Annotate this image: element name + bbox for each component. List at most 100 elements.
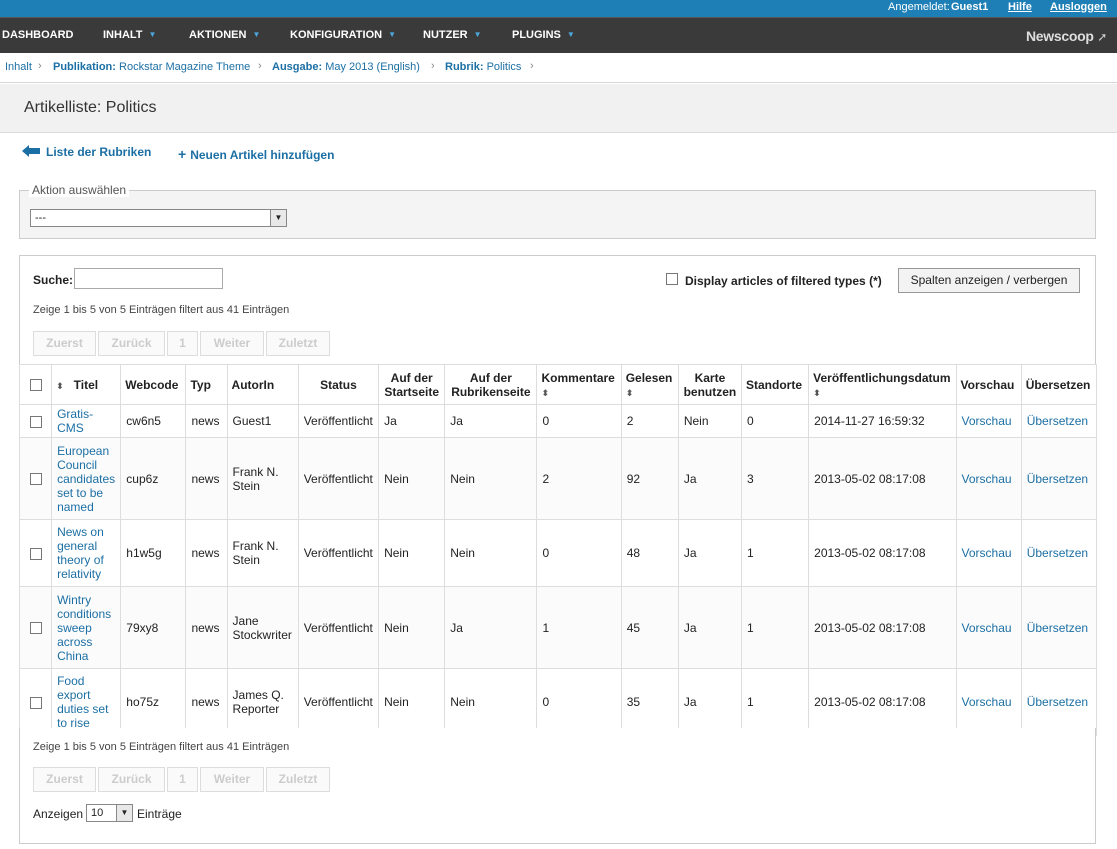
pagination-page[interactable]: 1 (167, 331, 198, 356)
row-checkbox[interactable] (29, 696, 42, 709)
filtered-types-checkbox[interactable] (666, 273, 678, 285)
row-checkbox[interactable] (29, 473, 42, 486)
header-pubdate[interactable]: Veröffentlichungsdatum ⬍ (808, 364, 957, 405)
translate-link[interactable]: Übersetzen (1027, 695, 1088, 709)
nav-item-configuration[interactable]: KONFIGURATION ▼ (290, 29, 396, 41)
cell-sectionpage: Ja (444, 404, 538, 438)
header-sectionpage[interactable]: Auf der Rubrikenseite (444, 364, 538, 405)
cell-translate: Übersetzen (1020, 519, 1098, 587)
pagination-page-bottom[interactable]: 1 (167, 767, 198, 792)
add-article-link[interactable]: + Neuen Artikel hinzufügen (178, 146, 334, 162)
translate-link[interactable]: Übersetzen (1027, 621, 1088, 635)
row-checkbox[interactable] (29, 415, 42, 428)
preview-link[interactable]: Vorschau (962, 546, 1012, 560)
cell-sectionpage: Nein (444, 668, 538, 736)
header-preview: Vorschau (955, 364, 1022, 405)
breadcrumb-value: May 2013 (English) (325, 61, 420, 73)
row-checkbox[interactable] (29, 622, 42, 635)
table-row: News on general theory of relativity h1w5… (18, 519, 1098, 587)
nav-item-actions[interactable]: AKTIONEN ▼ (189, 29, 260, 41)
back-to-sections-link[interactable]: Liste der Rubriken (22, 144, 151, 159)
cell-webcode: cup6z (120, 437, 187, 520)
breadcrumb-label: Publikation: (53, 61, 116, 73)
page-size-value: 10 (91, 807, 104, 819)
help-link[interactable]: Hilfe (1008, 1, 1032, 13)
translate-link[interactable]: Übersetzen (1027, 414, 1088, 428)
chevron-down-icon: ▼ (270, 210, 286, 226)
caret-down-icon: ▼ (252, 30, 261, 39)
bottom-panel: Zeige 1 bis 5 von 5 Einträgen filtert au… (19, 728, 1096, 844)
preview-link[interactable]: Vorschau (962, 472, 1012, 486)
article-title-link[interactable]: European Council candidates set to be na… (57, 444, 115, 514)
cell-frontpage: Ja (378, 404, 446, 438)
header-author[interactable]: AutorIn (226, 364, 299, 405)
preview-link[interactable]: Vorschau (962, 621, 1012, 635)
header-frontpage[interactable]: Auf der Startseite (378, 364, 446, 405)
pagination-next[interactable]: Weiter (200, 331, 264, 356)
pagination-first[interactable]: Zuerst (33, 331, 96, 356)
header-type[interactable]: Typ (185, 364, 228, 405)
header-reads[interactable]: Gelesen ⬍ (620, 364, 679, 405)
toggle-columns-button[interactable]: Spalten anzeigen / verbergen (898, 268, 1080, 293)
page-size-select[interactable]: 10 ▼ (86, 804, 133, 822)
logout-link[interactable]: Ausloggen (1050, 1, 1107, 13)
header-label: Status (320, 377, 357, 392)
pagination-last-bottom[interactable]: Zuletzt (266, 767, 330, 792)
pagination-previous-bottom[interactable]: Zurück (98, 767, 165, 792)
logo-text: Newscoop (1026, 28, 1094, 44)
header-status[interactable]: Status (297, 364, 380, 405)
cell-frontpage: Nein (378, 586, 446, 669)
breadcrumb-issue[interactable]: Ausgabe: May 2013 (English) (272, 61, 420, 73)
select-all-checkbox[interactable] (29, 379, 42, 392)
header-label: Kommentare (541, 370, 615, 385)
header-label: Titel (73, 377, 99, 392)
article-title-link[interactable]: Food export duties set to rise (57, 674, 108, 730)
translate-link[interactable]: Übersetzen (1027, 472, 1088, 486)
chevron-down-icon: ▼ (116, 805, 132, 821)
header-webcode[interactable]: Webcode (120, 364, 187, 405)
breadcrumb-section[interactable]: Rubrik: Politics (445, 61, 521, 73)
pagination-next-bottom[interactable]: Weiter (200, 767, 264, 792)
newscoop-logo[interactable]: Newscoop ➚ (1026, 28, 1107, 44)
header-locations[interactable]: Standorte (740, 364, 810, 405)
article-title-link[interactable]: Wintry conditions sweep across China (57, 593, 111, 663)
pagination-last[interactable]: Zuletzt (266, 331, 330, 356)
article-title-link[interactable]: Gratis-CMS (57, 407, 93, 435)
sort-icon: ⬍ (56, 380, 64, 391)
nav-item-label: KONFIGURATION (290, 29, 383, 41)
preview-link[interactable]: Vorschau (962, 695, 1012, 709)
header-comments[interactable]: Kommentare ⬍ (536, 364, 622, 405)
cell-pubdate: 2013-05-02 08:17:08 (808, 437, 957, 520)
header-map[interactable]: Karte benutzen (677, 364, 742, 405)
arrow-left-icon (22, 145, 40, 157)
cell-locations: 3 (740, 437, 810, 520)
nav-item-users[interactable]: NUTZER ▼ (423, 29, 482, 41)
action-select[interactable]: --- ▼ (30, 209, 287, 227)
preview-link[interactable]: Vorschau (962, 414, 1012, 428)
breadcrumb-publication[interactable]: Publikation: Rockstar Magazine Theme (53, 61, 250, 73)
nav-item-dashboard[interactable]: DASHBOARD (2, 29, 74, 41)
header-title[interactable]: ⬍ Titel (51, 364, 122, 405)
search-input[interactable] (74, 268, 223, 289)
cell-sectionpage: Nein (444, 519, 538, 587)
action-select-value: --- (35, 212, 46, 224)
nav-item-content[interactable]: INHALT ▼ (103, 29, 156, 41)
cell-locations: 0 (740, 404, 810, 438)
nav-item-plugins[interactable]: PLUGINS ▼ (512, 29, 575, 41)
translate-link[interactable]: Übersetzen (1027, 546, 1088, 560)
cell-select (18, 404, 53, 438)
header-select-all[interactable] (18, 364, 53, 405)
pagination-previous[interactable]: Zurück (98, 331, 165, 356)
article-title-link[interactable]: News on general theory of relativity (57, 525, 104, 581)
cell-locations: 1 (740, 668, 810, 736)
cell-webcode: 79xy8 (120, 586, 187, 669)
row-checkbox[interactable] (29, 547, 42, 560)
cell-author: Jane Stockwriter (226, 586, 299, 669)
cell-translate: Übersetzen (1020, 404, 1098, 438)
breadcrumb-content[interactable]: Inhalt (5, 61, 32, 73)
articles-table: ⬍ Titel Webcode Typ AutorIn Status Auf d… (18, 364, 1098, 736)
cell-select (18, 437, 53, 520)
pagination-first-bottom[interactable]: Zuerst (33, 767, 96, 792)
filtered-types-label: Display articles of filtered types (*) (685, 274, 882, 288)
cell-map: Ja (677, 519, 742, 587)
